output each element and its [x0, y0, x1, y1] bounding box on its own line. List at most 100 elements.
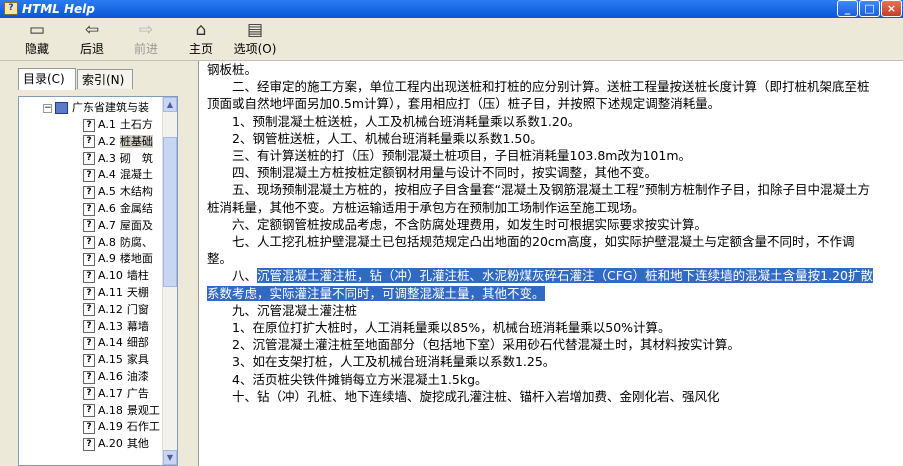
paragraph-eight: 八、沉管混凝土灌注桩，钻（冲）孔灌注桩、水泥粉煤灰碎石灌注（CFG）桩和地下连续…	[207, 267, 879, 301]
tree-item-code: A.2	[98, 134, 116, 148]
tree-item[interactable]: ? A.4 混凝土	[83, 166, 153, 183]
collapse-icon[interactable]: −	[43, 103, 52, 113]
tree-item-code: A.16	[98, 370, 123, 383]
tree-item[interactable]: ? A.11 天棚	[83, 284, 149, 301]
window-title: HTML Help	[22, 2, 95, 16]
content-paragraph: 九、沉管混凝土灌注桩	[207, 302, 358, 318]
tree-item[interactable]: ? A.14 细部	[83, 334, 149, 351]
tree-item[interactable]: ? A.5 木结构	[83, 183, 153, 200]
tree-item[interactable]: ? A.2 桩基础	[83, 133, 153, 150]
tree-item-code: A.8	[98, 235, 116, 249]
tree-item[interactable]: ? A.16 油漆	[83, 368, 149, 385]
content-paragraph: 4、活页桩尖铁件摊销每立方米混凝土1.5kg。	[207, 371, 488, 387]
tree-item[interactable]: ? A.19 石作工	[83, 418, 160, 435]
help-page-icon: ?	[83, 336, 95, 350]
tree-item-label: 天棚	[126, 286, 149, 299]
content-paragraph: 钢板桩。	[207, 62, 258, 77]
scroll-down-icon[interactable]: ▼	[163, 450, 177, 465]
home-label: 主页	[188, 42, 213, 56]
scroll-up-icon[interactable]: ▲	[163, 97, 177, 112]
topic-text: 钢板桩。 二、经审定的施工方案，单位工程内出现送桩和打桩的应分别计算。送桩工程量…	[207, 61, 879, 405]
back-label: 后退	[79, 42, 104, 56]
close-button[interactable]: ×	[881, 0, 902, 17]
tree-item-code: A.10	[98, 269, 123, 283]
tree-item-code: A.1	[98, 118, 116, 131]
home-icon: ⌂	[195, 20, 207, 40]
tree-item[interactable]: ? A.3 砌 筑	[83, 150, 153, 167]
content-paragraph: 1、预制混凝土桩送桩，人工及机械台班消耗量乘以系数1.20。	[207, 113, 581, 129]
tree-item-label: 门窗	[126, 302, 149, 316]
content-paragraph: 五、现场预制混凝土方桩的，按相应子目含量套“混凝土及钢筋混凝土工程”预制方桩制作…	[207, 182, 870, 215]
content-paragraph: 六、定额钢管桩按成品考虑，不含防腐处理费用，如发生时可根据实际要求按实计算。	[207, 216, 708, 232]
selected-text: 沉管混凝土灌注桩，钻（冲）孔灌注桩、水泥粉煤灰碎石灌注（CFG）桩和地下连续墙的…	[207, 268, 873, 301]
tree-item-label: 金属结	[119, 202, 153, 215]
help-page-icon: ?	[83, 387, 95, 401]
content-paragraph: 1、在原位打扩大桩时，人工消耗量乘以85%，机械台班消耗量乘以50%计算。	[207, 320, 671, 336]
content-paragraph: 七、人工挖孔桩护壁混凝土已包括规范规定凸出地面的20cm高度，如实际护壁混凝土与…	[207, 234, 855, 267]
help-page-icon: ?	[83, 320, 95, 334]
tree-item-label: 木结构	[119, 185, 153, 199]
help-page-icon: ?	[83, 219, 95, 233]
tree-item[interactable]: ? A.20 其他	[83, 435, 149, 452]
tree-item[interactable]: ? A.9 楼地面	[83, 250, 153, 267]
minimize-button[interactable]: _	[837, 0, 858, 17]
title-bar: ? HTML Help _ □ ×	[0, 0, 903, 18]
options-label: 选项(O)	[233, 42, 277, 56]
book-open-icon	[55, 102, 68, 114]
tree-item[interactable]: ? A.17 广告	[83, 385, 149, 402]
help-page-icon: ?	[83, 404, 95, 418]
tree-item-label: 防腐、	[119, 235, 153, 249]
tree-item-code: A.18	[98, 403, 123, 417]
options-button[interactable]: ▤ 选项(O)	[230, 20, 280, 58]
help-page-icon: ?	[83, 420, 95, 434]
tree-item[interactable]: ? A.18 景观工	[83, 402, 160, 419]
tree-item[interactable]: ? A.13 幕墙	[83, 318, 149, 335]
help-book-icon: ?	[4, 2, 18, 15]
tree-item-code: A.6	[98, 202, 116, 215]
content-paragraph: 三、有计算送桩的打（压）预制混凝土桩项目，子目桩消耗量103.8m改为101m。	[207, 148, 691, 164]
tree-item-label: 细部	[126, 336, 149, 350]
tree-item-label: 幕墙	[126, 319, 149, 333]
help-page-icon: ?	[83, 202, 95, 216]
help-page-icon: ?	[83, 168, 95, 182]
tab-contents[interactable]: 目录(C)	[18, 68, 76, 90]
content-paragraph: 十、钻（冲）孔桩、地下连续墙、旋挖成孔灌注桩、锚杆入岩增加费、金刚化岩、强风化	[207, 388, 720, 404]
forward-label: 前进	[133, 42, 158, 56]
tree-item-label: 屋面及	[119, 218, 153, 232]
tree-item[interactable]: ? A.6 金属结	[83, 200, 153, 217]
tree-item-label: 砌 筑	[119, 151, 153, 165]
tab-index[interactable]: 索引(N)	[77, 69, 133, 89]
hide-button[interactable]: ▭ 隐藏	[12, 20, 62, 58]
tree-scrollbar[interactable]: ▲ ▼	[162, 97, 177, 465]
help-page-icon: ?	[83, 286, 95, 300]
tree-item[interactable]: ? A.1 土石方	[83, 116, 153, 133]
home-button[interactable]: ⌂ 主页	[176, 20, 226, 58]
content-paragraph: 二、经审定的施工方案，单位工程内出现送桩和打桩的应分别计算。送桩工程量按送桩长度…	[207, 79, 870, 112]
tree-item[interactable]: ? A.12 门窗	[83, 301, 149, 318]
help-page-icon: ?	[83, 152, 95, 166]
options-icon: ▤	[246, 20, 264, 40]
tree-item-code: A.15	[98, 353, 123, 367]
tree-item[interactable]: ? A.10 墙柱	[83, 267, 149, 284]
tree-item[interactable]: ? A.15 家具	[83, 351, 149, 368]
tree-item-label: 楼地面	[119, 252, 153, 266]
back-button[interactable]: ⇦ 后退	[67, 20, 117, 58]
tree-item[interactable]: ? A.8 防腐、	[83, 234, 153, 251]
arrow-left-icon: ⇦	[84, 20, 100, 40]
help-page-icon: ?	[83, 303, 95, 317]
tree-item-label: 油漆	[126, 370, 149, 383]
maximize-button[interactable]: □	[859, 0, 880, 17]
help-page-icon: ?	[83, 353, 95, 367]
tree-item-code: A.7	[98, 218, 116, 232]
scroll-thumb[interactable]	[163, 137, 177, 287]
tree-item-label: 其他	[126, 437, 149, 451]
tree-item-label: 墙柱	[126, 269, 149, 283]
forward-button[interactable]: ⇨ 前进	[121, 20, 171, 58]
tree-item-label: 土石方	[119, 118, 153, 131]
content-paragraph: 四、预制混凝土方桩按桩定额钢材用量与设计不同时，按实调整，其他不变。	[207, 165, 658, 181]
tree-item-label: 桩基础	[119, 134, 153, 148]
tree-root[interactable]: − 广东省建筑与装	[43, 99, 149, 116]
tree-item-code: A.3	[98, 151, 116, 165]
tree-item-label: 景观工	[126, 403, 160, 417]
tree-item[interactable]: ? A.7 屋面及	[83, 217, 153, 234]
